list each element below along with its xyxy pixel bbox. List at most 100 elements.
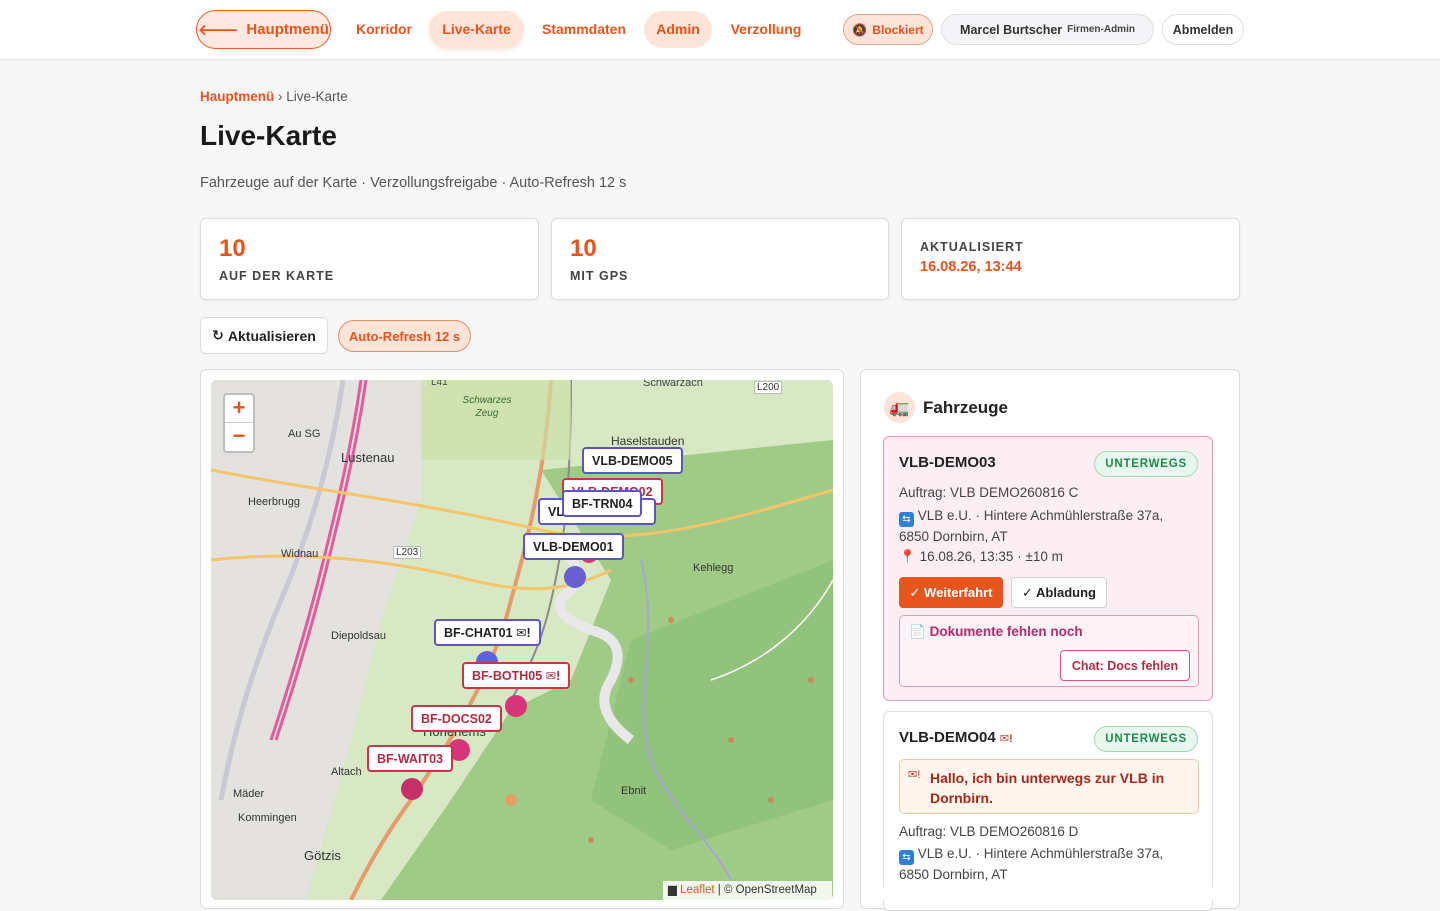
message-alert-icon: ✉!	[999, 733, 1013, 745]
address-line-2: 6850 Dornbirn, AT	[899, 529, 1008, 544]
main-menu-button[interactable]: 🡐 Hauptmenü	[196, 10, 331, 49]
place-l203: L203	[393, 546, 422, 559]
place-altach: Altach	[331, 766, 362, 778]
zoom-in-button[interactable]: +	[225, 395, 253, 423]
marker-label-demo05[interactable]: VLB-DEMO05	[582, 447, 683, 474]
docs-warning-text: Dokumente fehlen noch	[929, 624, 1083, 639]
continue-button[interactable]: ✓ Weiterfahrt	[899, 577, 1003, 608]
marker-label-trn04[interactable]: BF-TRN04	[562, 490, 643, 517]
address-line-1: VLB e.U. · Hintere Achmühlerstraße 37a,	[917, 508, 1164, 523]
nav-admin[interactable]: Admin	[644, 11, 712, 48]
blocked-label: Blockiert	[872, 22, 924, 37]
gps-text: 16.08.26, 13:35 · ±10 m	[919, 549, 1063, 564]
place-haselstauden: Haselstauden	[611, 434, 685, 448]
stat-gps-label: MIT GPS	[570, 269, 629, 283]
nav-live-karte[interactable]: Live-Karte	[429, 11, 524, 48]
ukraine-flag-icon: ▆	[668, 884, 677, 896]
stat-updated-label: AKTUALISIERT	[920, 240, 1024, 254]
nav-verzollung[interactable]: Verzollung	[722, 11, 810, 48]
place-goetzis: Götzis	[304, 848, 341, 863]
place-kehlegg: Kehlegg	[693, 562, 734, 574]
main-menu-label: Hauptmenü	[246, 21, 329, 38]
page-subtitle: Fahrzeuge auf der Karte · Verzollungsfre…	[200, 175, 627, 191]
address-line-1: VLB e.U. · Hintere Achmühlerstraße 37a,	[917, 846, 1164, 861]
destination-icon: ⇆	[899, 850, 914, 865]
stat-on-map: 10 AUF DER KARTE	[200, 218, 539, 300]
breadcrumb-separator: ›	[278, 89, 283, 104]
zoom-out-button[interactable]: −	[225, 423, 253, 451]
stat-gps: 10 MIT GPS	[551, 218, 889, 300]
user-role: Firmen-Admin	[1067, 24, 1135, 35]
vehicle-card[interactable]: VLB-DEMO03 UNTERWEGS Auftrag: VLB DEMO26…	[883, 436, 1213, 701]
arrow-left-icon: 🡐	[198, 22, 239, 39]
marker-dot-demo01[interactable]	[564, 566, 586, 588]
logout-button[interactable]: Abmelden	[1162, 14, 1244, 45]
map-zoom-control: + −	[223, 393, 255, 453]
user-pill[interactable]: Marcel Burtscher Firmen-Admin	[941, 14, 1154, 45]
docs-warning: 📄 Dokumente fehlen noch	[909, 624, 1083, 640]
marker-label-chat01[interactable]: BF-CHAT01 ✉!	[434, 619, 541, 646]
marker-label-wait03[interactable]: BF-WAIT03	[367, 745, 453, 772]
stat-on-map-label: AUF DER KARTE	[219, 269, 335, 283]
nav-stammdaten[interactable]: Stammdaten	[533, 11, 635, 48]
breadcrumb-root[interactable]: Hauptmenü	[200, 89, 274, 104]
place-kommingen: Kommingen	[238, 812, 297, 824]
place-widnau: Widnau	[281, 548, 319, 560]
place-diepoldsau: Diepoldsau	[331, 630, 387, 642]
unload-button[interactable]: ✓ Abladung	[1011, 577, 1107, 608]
page-title: Live-Karte	[200, 120, 337, 151]
place-l200: L200	[754, 381, 783, 394]
vehicles-title: Fahrzeuge	[923, 397, 1009, 417]
stat-updated-value: 16.08.26, 13:44	[920, 259, 1022, 275]
place-schwarzes-zeug: Schwarzes Zeug	[462, 395, 512, 419]
top-bar: 🡐 Hauptmenü Korridor Live-Karte Stammdat…	[0, 0, 1440, 60]
marker-label-demo01[interactable]: VLB-DEMO01	[523, 533, 624, 560]
marker-dot-wait03[interactable]	[401, 778, 423, 800]
vehicles-header: 🚛 Fahrzeuge	[884, 392, 1008, 423]
marker-label-both05[interactable]: BF-BOTH05 ✉!	[462, 662, 571, 689]
osm-attribution: | © OpenStreetMap	[717, 884, 817, 896]
status-badge: UNTERWEGS	[1094, 451, 1198, 477]
refresh-button[interactable]: ↻ Aktualisieren	[200, 317, 328, 354]
docs-warning-box: 📄 Dokumente fehlen noch Chat: Docs fehle…	[899, 615, 1199, 687]
breadcrumb: Hauptmenü › Live-Karte	[200, 89, 348, 104]
breadcrumb-current: Live-Karte	[286, 89, 348, 104]
stat-updated: AKTUALISIERT 16.08.26, 13:44	[901, 218, 1240, 300]
blocked-badge[interactable]: 🔕 Blockiert	[843, 14, 933, 45]
vehicle-name: VLB-DEMO03	[899, 454, 996, 471]
status-badge: UNTERWEGS	[1094, 726, 1198, 752]
user-name: Marcel Burtscher	[960, 22, 1063, 37]
vehicle-order: Auftrag: VLB DEMO260816 C	[899, 485, 1079, 500]
place-lustenau: Lustenau	[341, 450, 395, 465]
refresh-label: Aktualisieren	[227, 327, 316, 344]
vehicle-card[interactable]: VLB-DEMO04 ✉! UNTERWEGS ✉! Hallo, ich bi…	[883, 711, 1213, 911]
message-icon: ✉!	[908, 769, 921, 781]
vehicle-name: VLB-DEMO04 ✉!	[899, 729, 1013, 746]
marker-dot-both05[interactable]	[505, 695, 527, 717]
place-l41: L41	[431, 380, 448, 388]
bell-off-icon: 🔕	[852, 22, 868, 37]
chat-docs-button[interactable]: Chat: Docs fehlen	[1060, 650, 1190, 681]
refresh-icon: ↻	[212, 327, 224, 343]
document-icon: 📄	[909, 624, 926, 639]
destination-icon: ⇆	[899, 512, 914, 527]
leaflet-link[interactable]: Leaflet	[680, 884, 715, 896]
pin-icon: 📍	[899, 549, 916, 564]
auto-refresh-badge[interactable]: Auto-Refresh 12 s	[338, 320, 471, 352]
driver-message-box: ✉! Hallo, ich bin unterwegs zur VLB in D…	[899, 759, 1199, 814]
address-line-2: 6850 Dornbirn, AT	[899, 867, 1008, 882]
vehicle-order: Auftrag: VLB DEMO260816 D	[899, 824, 1079, 839]
place-ebnit: Ebnit	[621, 785, 647, 797]
driver-message: Hallo, ich bin unterwegs zur VLB in Dorn…	[930, 770, 1165, 806]
place-au-sg: Au SG	[288, 428, 321, 440]
map-attribution: ▆ Leaflet | © OpenStreetMap	[663, 881, 832, 900]
place-schwarzach: Schwarzach	[643, 380, 703, 389]
stat-on-map-value: 10	[219, 235, 246, 262]
stat-gps-value: 10	[570, 235, 597, 262]
vehicle-name-text: VLB-DEMO04	[899, 729, 996, 746]
truck-icon: 🚛	[884, 392, 915, 423]
marker-label-docs02[interactable]: BF-DOCS02	[411, 705, 502, 732]
place-heerbrugg: Heerbrugg	[248, 496, 300, 508]
vehicle-address: ⇆ VLB e.U. · Hintere Achmühlerstraße 37a…	[899, 506, 1163, 546]
nav-korridor[interactable]: Korridor	[346, 11, 422, 48]
